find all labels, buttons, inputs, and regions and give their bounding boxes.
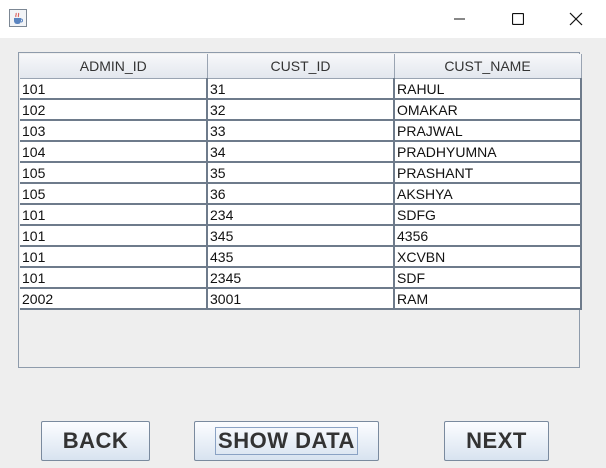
cust-id-cell[interactable]: 31	[207, 78, 395, 100]
table-row[interactable]: 101 345 4356	[20, 225, 582, 247]
minimize-button[interactable]	[430, 0, 490, 38]
cust-name-cell[interactable]: SDFG	[394, 204, 582, 226]
admin-id-cell[interactable]: 103	[20, 120, 208, 142]
customer-table-scrollpane[interactable]: ADMIN_ID CUST_ID CUST_NAME 101 31 RAHUL 102…	[18, 52, 582, 368]
table-row[interactable]: 101 234 SDFG	[20, 204, 582, 226]
show-data-button-label: SHOW DATA	[215, 427, 358, 455]
back-button[interactable]: BACK	[41, 421, 150, 461]
table-row[interactable]: 102 32 OMAKAR	[20, 99, 582, 121]
cust-id-cell[interactable]: 2345	[207, 267, 395, 289]
admin-id-cell[interactable]: 101	[20, 204, 208, 226]
minimize-icon	[454, 18, 465, 20]
java-cup-icon	[9, 9, 27, 27]
cust-name-cell[interactable]: RAM	[394, 288, 582, 310]
show-data-button[interactable]: SHOW DATA	[194, 421, 379, 461]
admin-id-cell[interactable]: 104	[20, 141, 208, 163]
maximize-button[interactable]	[488, 0, 548, 38]
column-header-admin-id[interactable]: ADMIN_ID	[20, 54, 208, 79]
admin-id-cell[interactable]: 102	[20, 99, 208, 121]
cust-id-cell[interactable]: 234	[207, 204, 395, 226]
cust-name-cell[interactable]: AKSHYA	[394, 183, 582, 205]
table-row[interactable]: 105 35 PRASHANT	[20, 162, 582, 184]
table-row[interactable]: 101 435 XCVBN	[20, 246, 582, 268]
table-row[interactable]: 2002 3001 RAM	[20, 288, 582, 310]
cust-id-cell[interactable]: 32	[207, 99, 395, 121]
table-row[interactable]: 103 33 PRAJWAL	[20, 120, 582, 142]
admin-id-cell[interactable]: 101	[20, 78, 208, 100]
next-button[interactable]: NEXT	[444, 421, 549, 461]
table-row[interactable]: 104 34 PRADHYUMNA	[20, 141, 582, 163]
admin-id-cell[interactable]: 101	[20, 225, 208, 247]
cust-name-cell[interactable]: PRAJWAL	[394, 120, 582, 142]
table-header-row: ADMIN_ID CUST_ID CUST_NAME	[20, 54, 582, 79]
table-row[interactable]: 105 36 AKSHYA	[20, 183, 582, 205]
admin-id-cell[interactable]: 105	[20, 183, 208, 205]
back-button-label: BACK	[62, 428, 129, 453]
cust-name-cell[interactable]: PRADHYUMNA	[394, 141, 582, 163]
cust-id-cell[interactable]: 435	[207, 246, 395, 268]
column-header-cust-id[interactable]: CUST_ID	[207, 54, 395, 79]
cust-name-cell[interactable]: XCVBN	[394, 246, 582, 268]
cust-id-cell[interactable]: 33	[207, 120, 395, 142]
title-bar	[0, 0, 606, 38]
admin-id-cell[interactable]: 101	[20, 267, 208, 289]
table-row[interactable]: 101 2345 SDF	[20, 267, 582, 289]
close-icon	[569, 12, 583, 26]
column-header-cust-name[interactable]: CUST_NAME	[394, 54, 582, 79]
cust-id-cell[interactable]: 34	[207, 141, 395, 163]
cust-id-cell[interactable]: 3001	[207, 288, 395, 310]
admin-id-cell[interactable]: 2002	[20, 288, 208, 310]
customer-table[interactable]: ADMIN_ID CUST_ID CUST_NAME 101 31 RAHUL 102…	[20, 54, 582, 310]
maximize-icon	[512, 13, 524, 25]
close-button[interactable]	[546, 0, 606, 38]
table-row[interactable]: 101 31 RAHUL	[20, 78, 582, 100]
cust-name-cell[interactable]: RAHUL	[394, 78, 582, 100]
cust-name-cell[interactable]: PRASHANT	[394, 162, 582, 184]
admin-id-cell[interactable]: 105	[20, 162, 208, 184]
cust-id-cell[interactable]: 36	[207, 183, 395, 205]
cust-name-cell[interactable]: SDF	[394, 267, 582, 289]
admin-id-cell[interactable]: 101	[20, 246, 208, 268]
next-button-label: NEXT	[466, 428, 527, 453]
cust-id-cell[interactable]: 35	[207, 162, 395, 184]
cust-name-cell[interactable]: OMAKAR	[394, 99, 582, 121]
cust-name-cell[interactable]: 4356	[394, 225, 582, 247]
cust-id-cell[interactable]: 345	[207, 225, 395, 247]
